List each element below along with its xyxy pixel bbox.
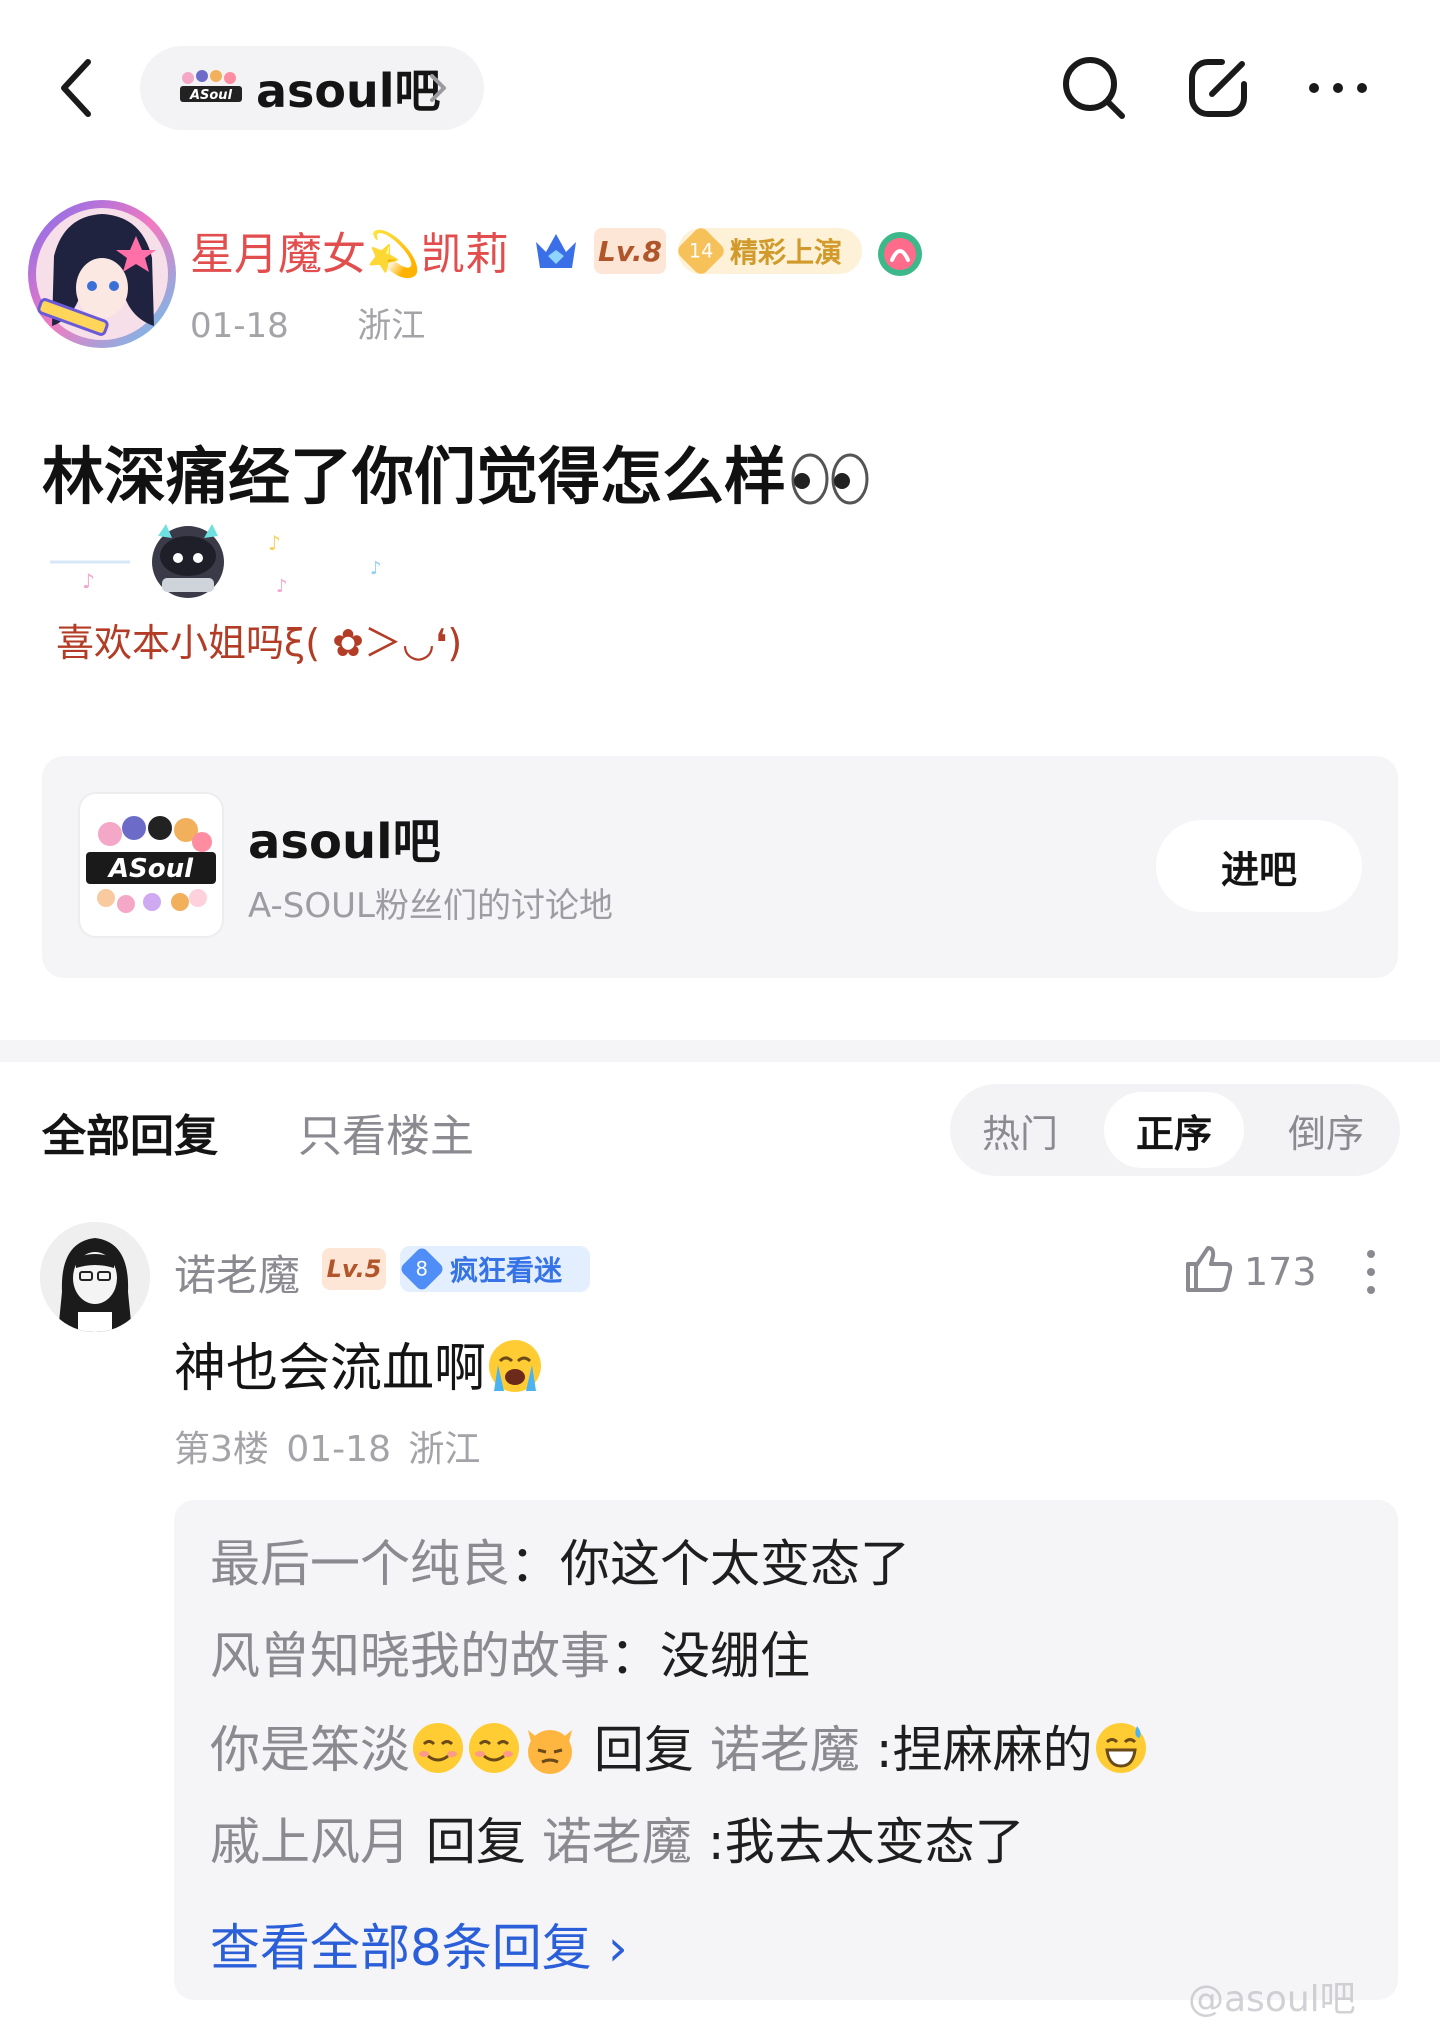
sub-reply-item[interactable]: 你是笨淡 回复 诺老魔 :捏麻麻的	[210, 1710, 1149, 1782]
like-count: 173	[1244, 1250, 1317, 1294]
tab-all-replies[interactable]: 全部回复	[42, 1100, 218, 1164]
author-name-wrap: 星月魔女💫凯莉	[190, 222, 509, 280]
sub-reply-user[interactable]: 戚上风月	[210, 1813, 410, 1871]
reply-meta: 第3楼 01-18 浙江	[174, 1420, 480, 1472]
grinning-sweat-emoji-icon	[1093, 1720, 1149, 1776]
reply-level-badge: Lv.5	[322, 1248, 386, 1290]
reply-fan-badge: 8 疯狂看迷	[398, 1245, 590, 1293]
post-title-text: 林深痛经了你们觉得怎么样	[42, 440, 787, 513]
svg-text:♪: ♪	[276, 576, 288, 597]
reply-username[interactable]: 诺老魔	[174, 1242, 300, 1303]
reply-content: 神也会流血啊	[174, 1326, 544, 1401]
like-icon[interactable]	[1182, 1242, 1234, 1294]
author-signature: 喜欢本小姐吗ξ( ✿＞◡❛)	[56, 621, 463, 665]
more-icon[interactable]	[1302, 52, 1374, 124]
reply-avatar[interactable]	[40, 1222, 150, 1332]
reply-content-text: 神也会流血啊	[174, 1339, 487, 1399]
author-avatar[interactable]	[24, 196, 180, 352]
compose-icon[interactable]	[1182, 52, 1254, 124]
forum-pill-name: asoul吧	[256, 64, 441, 118]
author-name[interactable]: 星月魔女💫凯莉	[190, 218, 509, 282]
crying-emoji-icon	[486, 1337, 544, 1395]
sub-reply-text: :捏麻麻的	[875, 1721, 1093, 1779]
sub-reply-text: 你这个太变态了	[560, 1535, 910, 1593]
sort-ascending[interactable]: 正序	[1104, 1092, 1244, 1168]
smiling-emoji-icon	[466, 1720, 522, 1776]
honor-badge-label: 精彩上演	[730, 236, 843, 269]
svg-text:♪: ♪	[370, 558, 382, 579]
post-title: 林深痛经了你们觉得怎么样	[42, 426, 870, 516]
sub-reply-text: 没绷住	[660, 1627, 810, 1685]
forum-logo-icon: ASoul	[178, 70, 244, 106]
reply-date: 01-18	[286, 1429, 391, 1470]
watermark: @asoul吧	[1188, 1979, 1356, 2020]
post-meta: 01-18 浙江	[190, 298, 425, 347]
svg-text:♪: ♪	[82, 569, 95, 593]
top-bar: ASoul asoul吧	[0, 0, 1440, 180]
forum-card-description: A-SOUL粉丝们的讨论地	[248, 886, 613, 926]
cat-emoji-icon	[522, 1720, 578, 1776]
sub-reply-user[interactable]: 风曾知晓我的故事	[210, 1627, 610, 1685]
tab-op-only[interactable]: 只看楼主	[298, 1100, 474, 1164]
reply-fan-badge-number: 8	[398, 1245, 446, 1293]
post-location: 浙江	[357, 306, 426, 346]
reply-more-icon[interactable]	[1364, 1248, 1378, 1296]
honor-badge: 14 精彩上演	[674, 224, 862, 278]
chevron-right-icon	[426, 68, 450, 108]
sub-reply-item[interactable]: 最后一个纯良：你这个太变态了	[210, 1524, 910, 1596]
sub-reply-user[interactable]: 你是笨淡	[210, 1721, 410, 1779]
reply-floor: 第3楼	[174, 1429, 269, 1470]
honor-badge-number: 14	[674, 224, 728, 278]
sub-reply-user[interactable]: 最后一个纯良	[210, 1535, 510, 1593]
sort-toggle: 热门 正序 倒序	[950, 1084, 1400, 1176]
reply-fan-badge-label: 疯狂看迷	[450, 1254, 563, 1287]
section-divider	[0, 1040, 1440, 1062]
forum-card-logo-icon: ASoul	[78, 792, 224, 938]
svg-text:ASoul: ASoul	[107, 854, 194, 884]
eyes-emoji-icon	[790, 449, 870, 505]
fan-emblem-icon	[876, 230, 924, 278]
svg-text:♪: ♪	[268, 531, 281, 555]
post-date: 01-18	[190, 306, 289, 346]
forum-card[interactable]: ASoul asoul吧 A-SOUL粉丝们的讨论地 进吧	[42, 756, 1398, 978]
sub-reply-reply-word: 回复	[425, 1813, 526, 1871]
forum-pill[interactable]: ASoul asoul吧	[140, 46, 484, 130]
svg-text:ASoul: ASoul	[189, 88, 233, 103]
sub-reply-text: :我去太变态了	[707, 1813, 1025, 1871]
sub-reply-target[interactable]: 诺老魔	[710, 1721, 860, 1779]
crown-icon	[530, 226, 582, 278]
sub-reply-target[interactable]: 诺老魔	[542, 1813, 692, 1871]
sub-reply-reply-word: 回复	[593, 1721, 694, 1779]
sub-reply-item[interactable]: 风曾知晓我的故事：没绷住	[210, 1616, 810, 1688]
back-icon[interactable]	[50, 52, 106, 124]
sort-hot[interactable]: 热门	[950, 1092, 1090, 1168]
signature-decoration: ♪ ♪ ♪ ♪	[40, 520, 1190, 620]
forum-card-name: asoul吧	[248, 814, 441, 870]
level-badge: Lv.8	[594, 228, 666, 274]
sort-descending[interactable]: 倒序	[1256, 1092, 1396, 1168]
search-icon[interactable]	[1058, 52, 1130, 124]
sub-reply-item[interactable]: 戚上风月 回复 诺老魔 :我去太变态了	[210, 1802, 1025, 1874]
reply-location: 浙江	[408, 1429, 481, 1470]
view-all-replies-link[interactable]: 查看全部8条回复 ›	[210, 1908, 628, 1980]
enter-forum-button[interactable]: 进吧	[1156, 820, 1362, 912]
smiling-emoji-icon	[410, 1720, 466, 1776]
sub-replies[interactable]: 最后一个纯良：你这个太变态了 风曾知晓我的故事：没绷住 你是笨淡 回复 诺老魔 …	[174, 1500, 1398, 2000]
